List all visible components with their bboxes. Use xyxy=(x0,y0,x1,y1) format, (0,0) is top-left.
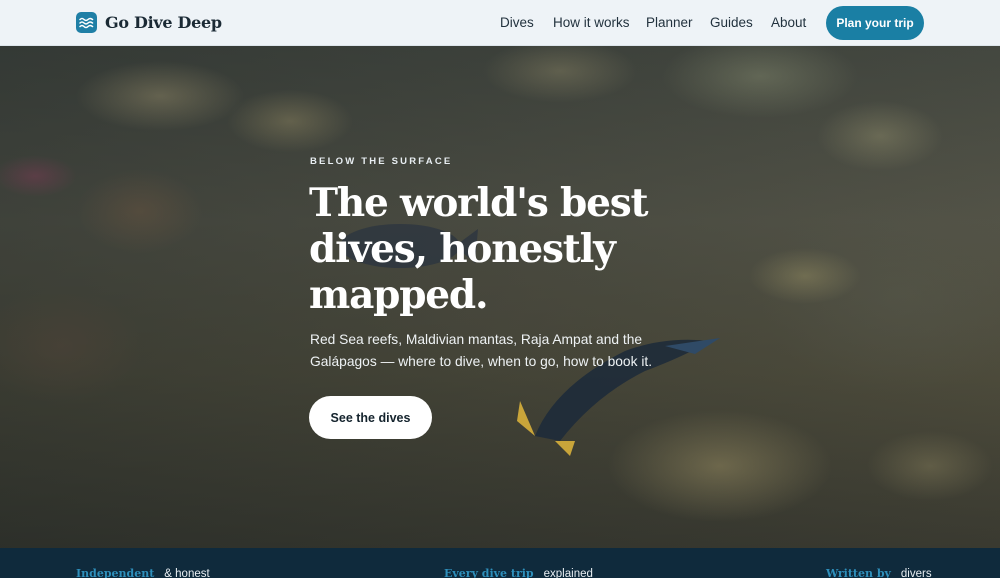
site-header: Go Dive Deep Dives How it works Planner … xyxy=(0,0,1000,46)
value-prop-key: Independent xyxy=(76,567,155,578)
headline-line-2: dives, honestly xyxy=(309,226,616,272)
hero-section: BELOW THE SURFACE The world's best dives… xyxy=(0,46,1000,548)
nav-link-about[interactable]: About xyxy=(771,15,806,30)
nav-link-guides[interactable]: Guides xyxy=(710,15,753,30)
plan-your-trip-button[interactable]: Plan your trip xyxy=(826,6,924,40)
brand-name: Go Dive Deep xyxy=(105,13,222,32)
nav-link-planner[interactable]: Planner xyxy=(646,15,693,30)
value-prop-key: Every dive trip xyxy=(444,567,534,578)
wave-icon xyxy=(76,12,97,33)
headline-line-3: mapped. xyxy=(309,272,489,318)
nav-link-dives[interactable]: Dives xyxy=(500,15,534,30)
value-prop-item: Every dive trip explained xyxy=(444,567,593,578)
hero-subtext: Red Sea reefs, Maldivian mantas, Raja Am… xyxy=(310,332,653,369)
value-prop-value: & honest xyxy=(164,568,210,578)
hero-eyebrow: BELOW THE SURFACE xyxy=(310,156,453,167)
value-props-strip: Independent & honest Every dive trip expla… xyxy=(0,548,1000,578)
see-the-dives-button[interactable]: See the dives xyxy=(309,396,432,439)
hero-headline: The world's best dives, honestly mapped. xyxy=(309,180,729,318)
value-prop-item: Written by divers xyxy=(826,567,932,578)
brand-logo-link[interactable]: Go Dive Deep xyxy=(76,12,222,33)
nav-link-how-it-works[interactable]: How it works xyxy=(553,15,630,30)
value-prop-item: Independent & honest xyxy=(76,567,210,578)
headline-line-1: The world's best xyxy=(309,180,649,226)
value-prop-value: explained xyxy=(543,568,593,578)
value-prop-key: Written by xyxy=(826,567,891,578)
value-prop-value: divers xyxy=(900,568,932,578)
